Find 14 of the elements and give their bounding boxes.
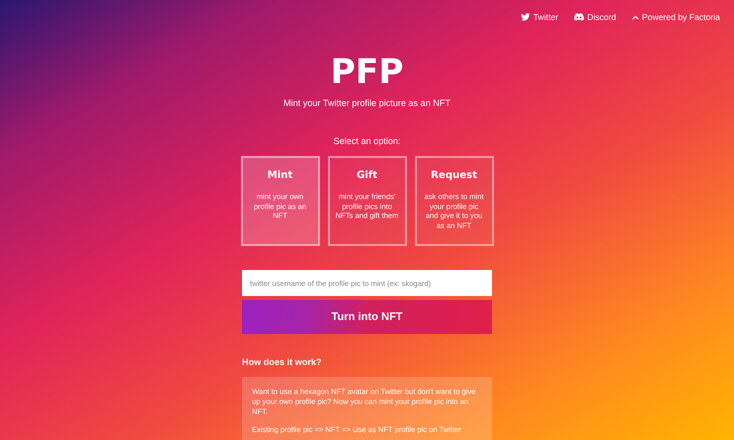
nav-link[interactable]: Discord xyxy=(574,10,616,24)
app-title: PFP xyxy=(330,54,404,92)
option-title: Request xyxy=(430,169,478,184)
options-label: Select an option: xyxy=(333,134,401,148)
twitter-icon xyxy=(521,13,530,21)
nav-link[interactable]: Twitter xyxy=(521,10,558,24)
option-title: Mint xyxy=(267,169,293,184)
option-title: Gift xyxy=(356,169,378,184)
caret-icon xyxy=(632,14,640,20)
subtitle: Mint your Twitter profile picture as an NFT xyxy=(284,97,450,110)
section-heading: How does it work? xyxy=(242,356,323,370)
game-controller-icon xyxy=(574,13,584,21)
nav-link[interactable]: Powered by Factoria xyxy=(632,10,720,24)
turn-into-nft-button[interactable]: Turn into NFT xyxy=(242,300,492,334)
